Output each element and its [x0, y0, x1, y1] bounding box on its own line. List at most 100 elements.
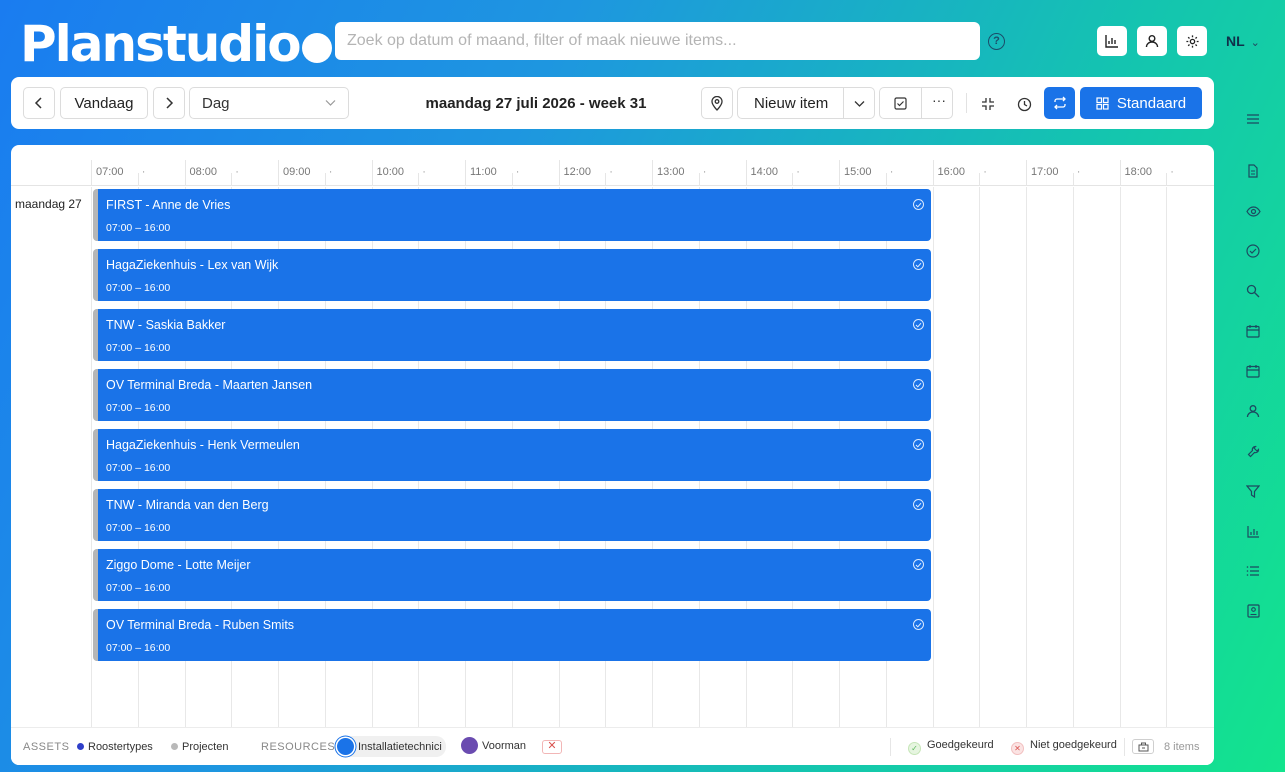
event-title: FIRST - Anne de Vries [106, 198, 231, 212]
logo-dot [301, 33, 332, 63]
calendar-event[interactable]: TNW - Saskia Bakker 07:00 – 16:00 [93, 309, 931, 361]
half-hour-marker: · [328, 166, 333, 178]
items-box-button[interactable] [1132, 739, 1154, 754]
chevron-down-icon [854, 101, 864, 107]
next-button[interactable] [153, 87, 185, 119]
hour-label: 18:00 [1124, 166, 1153, 178]
legend-installatietechnici[interactable]: Installatietechnici [337, 736, 446, 757]
calendar-event[interactable]: FIRST - Anne de Vries 07:00 – 16:00 [93, 189, 931, 241]
user-icon [1246, 405, 1260, 418]
hour-divider [465, 160, 466, 186]
legend-voorman[interactable]: Voorman [461, 737, 526, 754]
rail-list[interactable] [1244, 562, 1262, 580]
chevron-down-icon [325, 100, 336, 106]
repeat-button[interactable] [1044, 87, 1075, 119]
hour-divider [839, 160, 840, 186]
chart-icon [1246, 525, 1259, 538]
event-time: 07:00 – 16:00 [106, 222, 171, 234]
rail-contacts[interactable] [1244, 602, 1262, 620]
calendar-event[interactable]: OV Terminal Breda - Maarten Jansen 07:00 … [93, 369, 931, 421]
legend-roostertypes[interactable]: Roostertypes [77, 741, 153, 753]
hour-divider [745, 160, 747, 186]
hour-divider [371, 160, 373, 186]
profile-button[interactable] [1137, 26, 1167, 56]
clock-icon [1017, 97, 1031, 111]
language-selector[interactable]: NL ⌄ [1226, 33, 1260, 49]
half-hour-tick [698, 173, 700, 186]
search-icon [1246, 284, 1260, 298]
event-time: 07:00 – 16:00 [106, 522, 171, 534]
x-circle-icon: ✕ [1011, 742, 1024, 755]
hour-label: 07:00 [96, 166, 124, 178]
half-hour-marker: · [609, 166, 613, 178]
items-count: 8 items [1164, 741, 1200, 753]
bullet-icon [77, 743, 84, 750]
half-hour-marker: · [515, 166, 520, 178]
half-hour-marker: · [983, 166, 987, 178]
legend-approved[interactable]: ✓ Goedgekeurd [908, 739, 994, 755]
previous-button[interactable] [23, 87, 55, 119]
view-select[interactable]: Dag [189, 87, 349, 119]
rail-visibility[interactable] [1244, 202, 1262, 220]
date-title: maandag 27 juli 2026 - week 31 [425, 95, 647, 112]
hour-divider [652, 160, 653, 186]
menu-button[interactable] [1244, 110, 1262, 128]
half-hour-tick [324, 173, 326, 186]
hour-divider [278, 160, 279, 186]
rail-tools[interactable] [1244, 442, 1262, 460]
clear-filter-button[interactable]: ✕ [542, 740, 562, 754]
half-hour-tick [1072, 173, 1074, 186]
location-button[interactable] [701, 87, 733, 119]
event-title: OV Terminal Breda - Maarten Jansen [106, 378, 313, 392]
event-time: 07:00 – 16:00 [106, 342, 171, 354]
wrench-icon [1247, 445, 1259, 457]
question-circle-icon[interactable]: ? [988, 33, 1005, 50]
calendar-event[interactable]: HagaZiekenhuis - Lex van Wijk 07:00 – 16:… [93, 249, 931, 301]
more-options-button[interactable]: ··· [929, 93, 949, 111]
calendar-event[interactable]: TNW - Miranda van den Berg 07:00 – 16:00 [93, 489, 931, 541]
rail-calendar-alt[interactable] [1244, 362, 1262, 380]
compress-button[interactable] [979, 95, 997, 113]
calendar-toolbar: Vandaag Dag maandag 27 juli 2026 - week … [11, 77, 1214, 129]
grid-column-line [1072, 187, 1074, 727]
rail-documents[interactable] [1244, 162, 1262, 180]
event-title: TNW - Miranda van den Berg [106, 498, 269, 512]
half-hour-marker: · [796, 166, 800, 178]
hour-label: 11:00 [470, 166, 497, 178]
compress-icon [982, 98, 994, 110]
legend-divider [1124, 738, 1125, 756]
legend-footer: ASSETS Roostertypes Projecten RESOURCES … [11, 727, 1214, 765]
app-logo[interactable]: Planstudio [20, 12, 332, 76]
bullet-icon [171, 743, 178, 750]
rail-approvals[interactable] [1244, 242, 1262, 260]
bullet-icon [337, 738, 354, 755]
rail-filter[interactable] [1244, 482, 1262, 500]
repeat-icon [1053, 96, 1066, 110]
check-circle-icon [913, 259, 924, 270]
eye-icon [1245, 205, 1261, 217]
id-card-icon [1246, 604, 1260, 618]
calendar-event[interactable]: HagaZiekenhuis - Henk Vermeulen 07:00 – 1… [93, 429, 931, 481]
view-select-value: Dag [202, 94, 230, 112]
rail-calendar[interactable] [1244, 322, 1262, 340]
search-input[interactable] [335, 22, 980, 60]
check-circle-icon [913, 619, 924, 630]
legend-projecten[interactable]: Projecten [171, 741, 228, 753]
history-button[interactable] [1015, 95, 1033, 113]
time-header: 07:00 · 08:00 · 09:00 · 10:00 · 11:00 · 12:00 · 13:0… [11, 145, 1214, 186]
statistics-button[interactable] [1097, 26, 1127, 56]
half-hour-marker: · [422, 166, 426, 178]
rail-statistics[interactable] [1244, 522, 1262, 540]
rail-users[interactable] [1244, 402, 1262, 420]
rail-search[interactable] [1244, 282, 1262, 300]
toolbar-divider [966, 93, 967, 113]
new-item-dropdown[interactable] [849, 97, 869, 111]
event-time: 07:00 – 16:00 [106, 282, 171, 294]
event-time: 07:00 – 16:00 [106, 462, 171, 474]
settings-button[interactable] [1177, 26, 1207, 56]
today-button[interactable]: Vandaag [60, 87, 148, 119]
legend-not-approved[interactable]: ✕ Niet goedgekeurd [1011, 739, 1117, 755]
standard-view-button[interactable]: Standaard [1080, 87, 1202, 119]
calendar-event[interactable]: OV Terminal Breda - Ruben Smits 07:00 – 1… [93, 609, 931, 661]
calendar-event[interactable]: Ziggo Dome - Lotte Meijer 07:00 – 16:00 [93, 549, 931, 601]
